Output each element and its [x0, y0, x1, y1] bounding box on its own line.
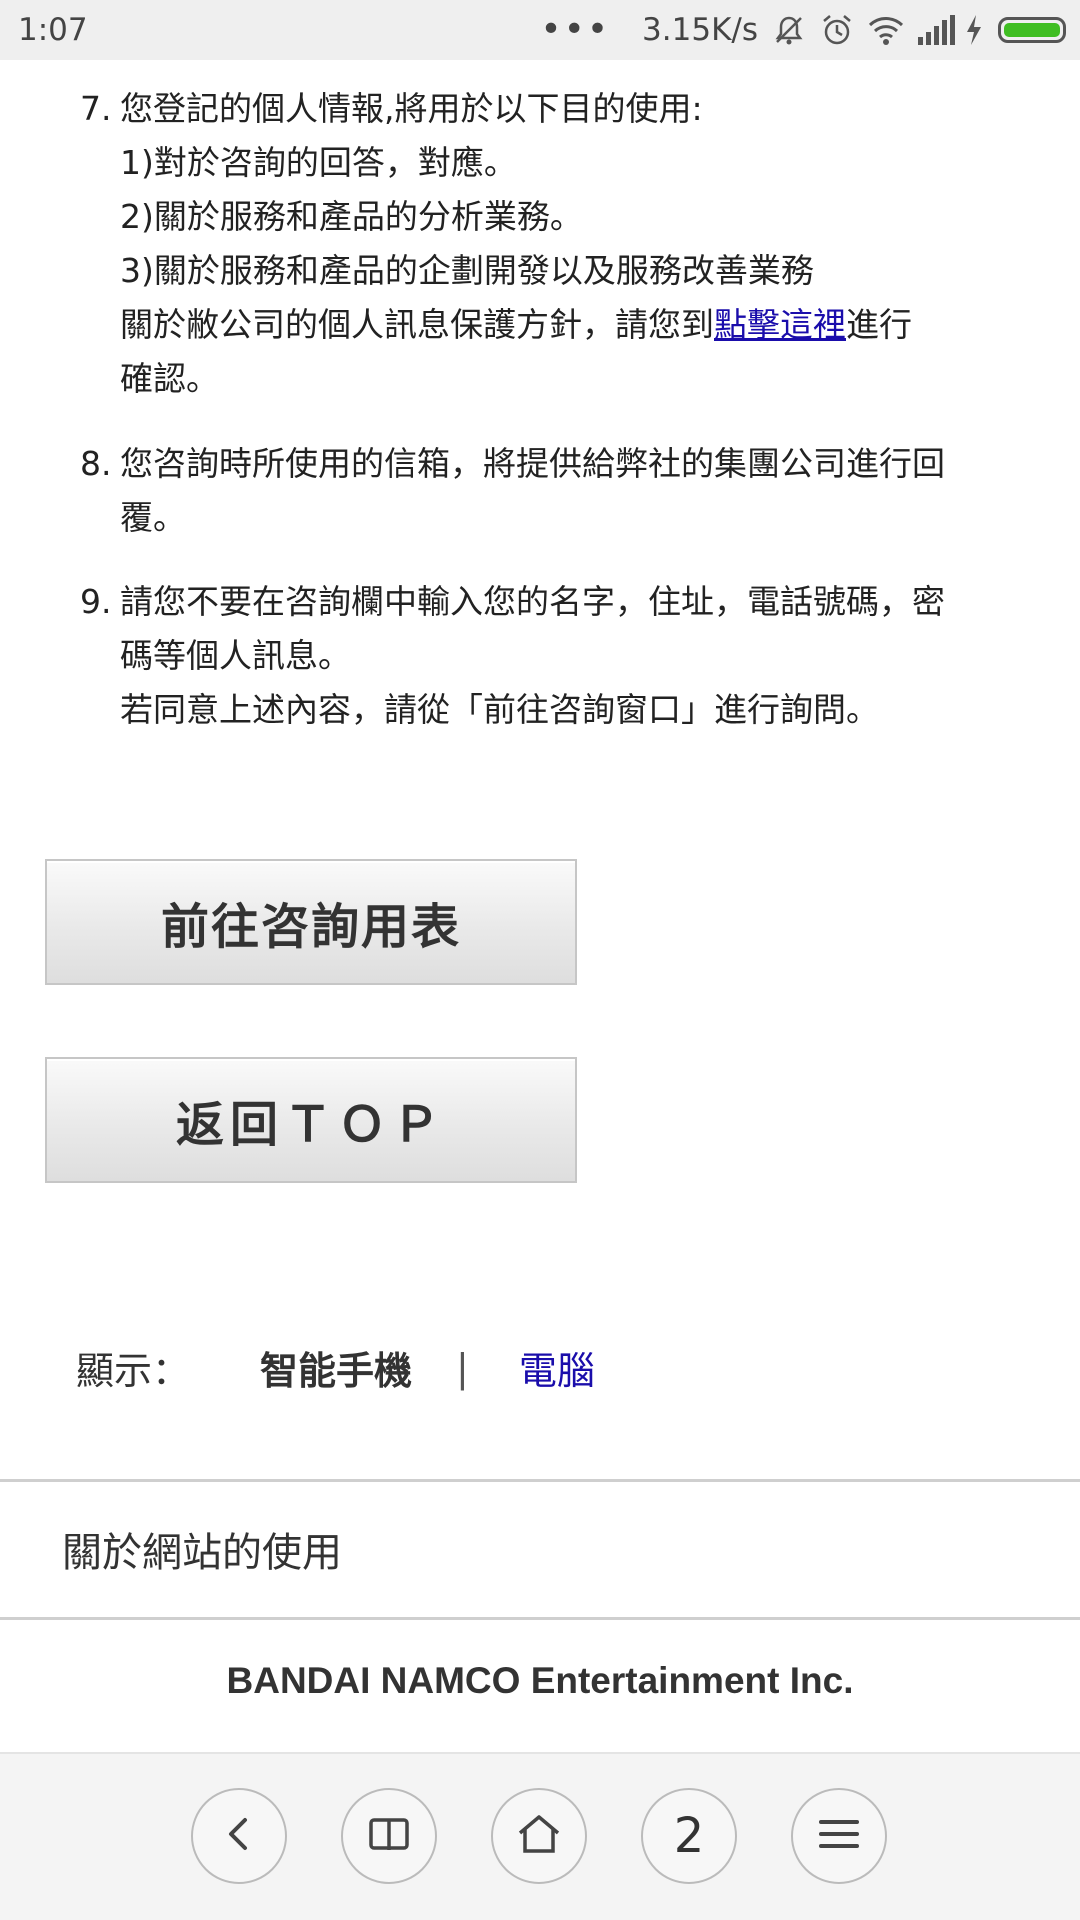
- policy-suffix: 進行: [846, 305, 912, 344]
- menu-icon: [818, 1816, 860, 1856]
- term-item-8: 8. 您咨詢時所使用的信箱，將提供給弊社的集團公司進行回 覆。: [80, 437, 1020, 545]
- back-icon: [219, 1814, 259, 1858]
- term-number: 7.: [80, 89, 112, 128]
- wifi-icon: [868, 13, 904, 47]
- battery-icon: [998, 17, 1066, 43]
- display-mode-separator: |: [456, 1345, 469, 1390]
- company-logo-text: BANDAI NAMCO Entertainment Inc.: [226, 1660, 854, 1701]
- status-bar: 1:07 ••• 3.15K/s: [0, 0, 1080, 60]
- back-button[interactable]: [191, 1788, 287, 1884]
- alarm-icon: [820, 13, 854, 47]
- term-line: 3)關於服務和產品的企劃開發以及服務改善業務: [120, 251, 814, 290]
- term-item-7: 7. 您登記的個人情報,將用於以下目的使用: 1)對於咨詢的回答，對應。 2)關…: [80, 82, 1020, 406]
- term-number: 9.: [80, 582, 112, 621]
- term-line: 1)對於咨詢的回答，對應。: [120, 143, 517, 182]
- term-line: 覆。: [120, 498, 186, 537]
- charging-icon: [964, 13, 984, 47]
- tabs-button[interactable]: 2: [641, 1788, 737, 1884]
- menu-button[interactable]: [791, 1788, 887, 1884]
- about-site-link[interactable]: 關於網站的使用: [62, 1520, 342, 1578]
- term-item-9: 9. 請您不要在咨詢欄中輸入您的名字，住址，電話號碼，密 碼等個人訊息。 若同意…: [80, 575, 1020, 737]
- home-button[interactable]: [491, 1788, 587, 1884]
- privacy-policy-link[interactable]: 點擊這裡: [714, 305, 846, 344]
- divider: [0, 1479, 1080, 1482]
- term-line: 2)關於服務和產品的分析業務。: [120, 197, 583, 236]
- smartphone-mode-current: 智能手機: [260, 1349, 413, 1393]
- term-line: 碼等個人訊息。: [120, 636, 351, 675]
- policy-text: 關於敝公司的個人訊息保護方針，請您到: [120, 305, 714, 344]
- bookmarks-button[interactable]: [341, 1788, 437, 1884]
- pc-mode-link[interactable]: 電腦: [519, 1340, 595, 1395]
- divider: [0, 1617, 1080, 1620]
- tab-count: 2: [673, 1808, 705, 1864]
- display-mode-label: 顯示：: [76, 1349, 191, 1393]
- term-line: 確認。: [120, 359, 219, 398]
- signal-icon: [916, 13, 955, 47]
- term-line: 請您不要在咨詢欄中輸入您的名字，住址，電話號碼，密: [120, 582, 945, 621]
- inquiry-form-button[interactable]: 前往咨詢用表: [45, 859, 577, 985]
- mute-icon: [772, 13, 806, 47]
- more-dots-icon: •••: [540, 9, 611, 50]
- browser-bottom-bar: 2: [0, 1752, 1080, 1920]
- term-line: 您咨詢時所使用的信箱，將提供給弊社的集團公司進行回: [120, 444, 945, 483]
- display-mode-switch: 顯示： 智能手機 | 電腦: [76, 1340, 595, 1395]
- status-icons: ••• 3.15K/s: [540, 8, 1066, 52]
- privacy-policy-line: 關於敝公司的個人訊息保護方針，請您到點擊這裡進行: [120, 298, 1020, 352]
- back-to-top-button[interactable]: 返回ＴＯＰ: [45, 1057, 577, 1183]
- status-time: 1:07: [18, 12, 88, 48]
- bookmarks-icon: [367, 1814, 411, 1858]
- term-number: 8.: [80, 444, 112, 483]
- network-speed: 3.15K/s: [642, 12, 758, 48]
- home-icon: [516, 1813, 562, 1859]
- term-line: 若同意上述內容，請從「前往咨詢窗口」進行詢問。: [120, 690, 879, 729]
- term-line: 您登記的個人情報,將用於以下目的使用:: [120, 89, 703, 128]
